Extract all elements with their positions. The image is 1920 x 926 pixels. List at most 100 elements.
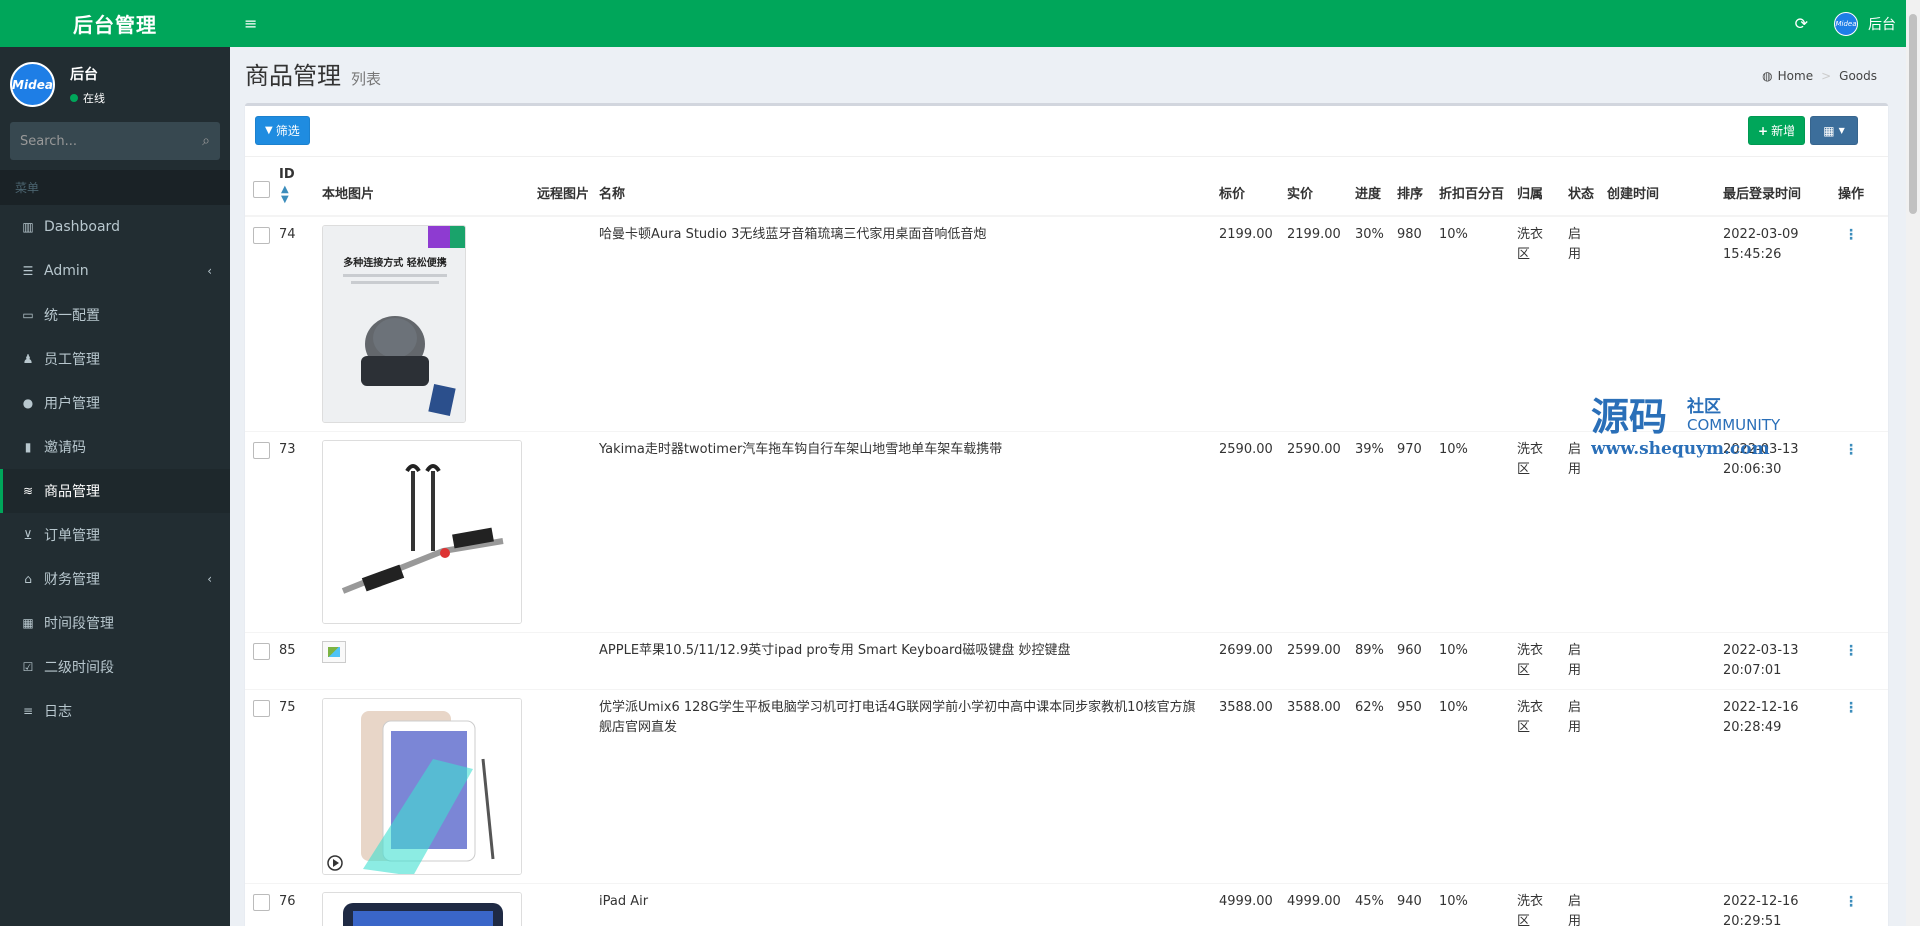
more-vertical-icon[interactable]: ⋮ bbox=[1838, 442, 1858, 458]
col-remote-image: 远程图片 bbox=[533, 157, 595, 217]
col-discount: 折扣百分百 bbox=[1435, 157, 1513, 217]
more-vertical-icon[interactable]: ⋮ bbox=[1838, 643, 1858, 659]
table-row: 85 APPLE苹果10.5/11/12.9英寸ipad pro专用 Smart … bbox=[245, 632, 1888, 690]
sidebar-item-7[interactable]: ⊻ 订单管理 bbox=[0, 513, 230, 557]
broken-image-icon[interactable] bbox=[322, 641, 346, 663]
cell-discount: 10% bbox=[1435, 431, 1513, 633]
row-checkbox[interactable] bbox=[253, 442, 270, 459]
col-sort: 排序 bbox=[1393, 157, 1435, 217]
sidebar-item-label: 时间段管理 bbox=[44, 616, 114, 632]
sidebar: 后台管理 Midea 后台 在线 ⌕ 菜单 ▥ Dashboard ☰ Admin ‹ ▭… bbox=[0, 0, 230, 926]
header-checkbox-cell bbox=[245, 157, 275, 217]
cell-name: 优学派Umix6 128G学生平板电脑学习机可打电话4G联网学前小学初中高中课本… bbox=[595, 689, 1215, 884]
breadcrumb: ◍ Home > Goods bbox=[1762, 69, 1877, 83]
page-scrollbar[interactable] bbox=[1906, 0, 1920, 926]
col-id[interactable]: ID ▲ ▼ bbox=[275, 157, 318, 217]
sidebar-item-label: Admin bbox=[44, 263, 89, 279]
cell-remote-image bbox=[533, 215, 595, 432]
bank-icon: ⌂ bbox=[24, 572, 32, 586]
row-checkbox[interactable] bbox=[253, 227, 270, 244]
main-content: 商品管理 列表 ◍ Home > Goods ▼ 筛选 + 新增 ▦ ▼ ID … bbox=[230, 47, 1906, 926]
product-thumbnail[interactable]: 多种连接方式 轻松便携 bbox=[322, 225, 466, 423]
user-info: 后台 在线 bbox=[70, 64, 105, 106]
cell-sort: 960 bbox=[1393, 632, 1435, 690]
menu-toggle-icon[interactable]: ≡ bbox=[244, 14, 257, 33]
scrollbar-thumb[interactable] bbox=[1909, 14, 1917, 214]
more-vertical-icon[interactable]: ⋮ bbox=[1838, 227, 1858, 243]
add-button[interactable]: + 新增 bbox=[1748, 116, 1806, 145]
columns-button[interactable]: ▦ ▼ bbox=[1810, 116, 1858, 145]
cell-id: 73 bbox=[275, 431, 318, 633]
cell-actions: ⋮ bbox=[1834, 215, 1888, 432]
sidebar-menu: ▥ Dashboard ☰ Admin ‹ ▭ 统一配置 ♟ 员工管理 ● 用户管理 ▮ 邀请码 ≋ 商品管… bbox=[0, 205, 230, 733]
sidebar-item-0[interactable]: ▥ Dashboard bbox=[0, 205, 230, 249]
search-input[interactable] bbox=[20, 133, 203, 149]
product-thumbnail[interactable] bbox=[322, 440, 522, 624]
cell-list-price: 3588.00 bbox=[1215, 689, 1283, 884]
sidebar-item-label: 商品管理 bbox=[44, 484, 100, 500]
refresh-icon[interactable]: ⟳ bbox=[1795, 14, 1808, 33]
avatar: Midea bbox=[10, 62, 55, 107]
product-thumbnail[interactable] bbox=[322, 698, 522, 875]
sidebar-item-10[interactable]: ☑ 二级时间段 bbox=[0, 645, 230, 689]
filter-button[interactable]: ▼ 筛选 bbox=[255, 116, 310, 145]
row-checkbox[interactable] bbox=[253, 894, 270, 911]
cell-remote-image bbox=[533, 632, 595, 690]
sidebar-item-2[interactable]: ▭ 统一配置 bbox=[0, 293, 230, 337]
sidebar-item-label: 日志 bbox=[44, 704, 72, 720]
cell-remote-image bbox=[533, 883, 595, 926]
cell-id: 74 bbox=[275, 215, 318, 432]
search-icon[interactable]: ⌕ bbox=[202, 133, 210, 149]
cell-id: 75 bbox=[275, 689, 318, 884]
cell-belong: 洗衣区 bbox=[1513, 689, 1564, 884]
sort-icon[interactable]: ▲ ▼ bbox=[281, 185, 314, 205]
top-avatar[interactable]: Midea bbox=[1834, 11, 1858, 36]
col-created: 创建时间 bbox=[1603, 157, 1719, 217]
cell-real-price: 4999.00 bbox=[1283, 883, 1351, 926]
sidebar-item-8[interactable]: ⌂ 财务管理 ‹ bbox=[0, 557, 230, 601]
filter-label: 筛选 bbox=[275, 124, 300, 138]
goods-box: ▼ 筛选 + 新增 ▦ ▼ ID ▲ ▼ 本地图片 远程图片 名称 标价 实价 … bbox=[245, 103, 1888, 926]
row-checkbox-cell bbox=[245, 431, 275, 633]
cell-belong: 洗衣区 bbox=[1513, 883, 1564, 926]
more-vertical-icon[interactable]: ⋮ bbox=[1838, 700, 1858, 716]
cell-discount: 10% bbox=[1435, 883, 1513, 926]
app-root: 后台管理 Midea 后台 在线 ⌕ 菜单 ▥ Dashboard ☰ Admin ‹ ▭… bbox=[0, 0, 1920, 926]
sidebar-item-label: 员工管理 bbox=[44, 352, 100, 368]
cell-actions: ⋮ bbox=[1834, 632, 1888, 690]
cell-last-login: 2022-12-16 20:29:51 bbox=[1719, 883, 1834, 926]
cell-sort: 980 bbox=[1393, 215, 1435, 432]
cell-remote-image bbox=[533, 431, 595, 633]
sidebar-item-1[interactable]: ☰ Admin ‹ bbox=[0, 249, 230, 293]
breadcrumb-home[interactable]: Home bbox=[1778, 69, 1813, 83]
content-header: 商品管理 列表 ◍ Home > Goods bbox=[245, 47, 1891, 103]
cell-progress: 62% bbox=[1351, 689, 1393, 884]
dashboard-icon: ◍ bbox=[1762, 69, 1773, 83]
col-name: 名称 bbox=[595, 157, 1215, 217]
top-user-name[interactable]: 后台 bbox=[1868, 14, 1896, 34]
cell-list-price: 4999.00 bbox=[1215, 883, 1283, 926]
cell-belong: 洗衣区 bbox=[1513, 431, 1564, 633]
list-icon: ☰ bbox=[22, 264, 34, 278]
product-thumbnail[interactable] bbox=[322, 892, 522, 926]
sidebar-item-11[interactable]: ≡ 日志 bbox=[0, 689, 230, 733]
more-vertical-icon[interactable]: ⋮ bbox=[1838, 894, 1858, 910]
sidebar-item-9[interactable]: ▦ 时间段管理 bbox=[0, 601, 230, 645]
sidebar-item-3[interactable]: ♟ 员工管理 bbox=[0, 337, 230, 381]
cell-real-price: 2599.00 bbox=[1283, 632, 1351, 690]
sidebar-item-6[interactable]: ≋ 商品管理 bbox=[0, 469, 230, 513]
row-checkbox-cell bbox=[245, 632, 275, 690]
row-checkbox[interactable] bbox=[253, 643, 270, 660]
cell-discount: 10% bbox=[1435, 632, 1513, 690]
sidebar-item-4[interactable]: ● 用户管理 bbox=[0, 381, 230, 425]
sidebar-item-5[interactable]: ▮ 邀请码 bbox=[0, 425, 230, 469]
user-status: 在线 bbox=[70, 90, 105, 106]
app-logo[interactable]: 后台管理 bbox=[0, 0, 230, 47]
watermark-community: COMMUNITY bbox=[1687, 416, 1781, 434]
select-all-checkbox[interactable] bbox=[253, 181, 270, 198]
row-checkbox[interactable] bbox=[253, 700, 270, 717]
col-list-price: 标价 bbox=[1215, 157, 1283, 217]
cell-status: 启用 bbox=[1564, 632, 1603, 690]
cell-belong: 洗衣区 bbox=[1513, 632, 1564, 690]
cell-actions: ⋮ bbox=[1834, 431, 1888, 633]
